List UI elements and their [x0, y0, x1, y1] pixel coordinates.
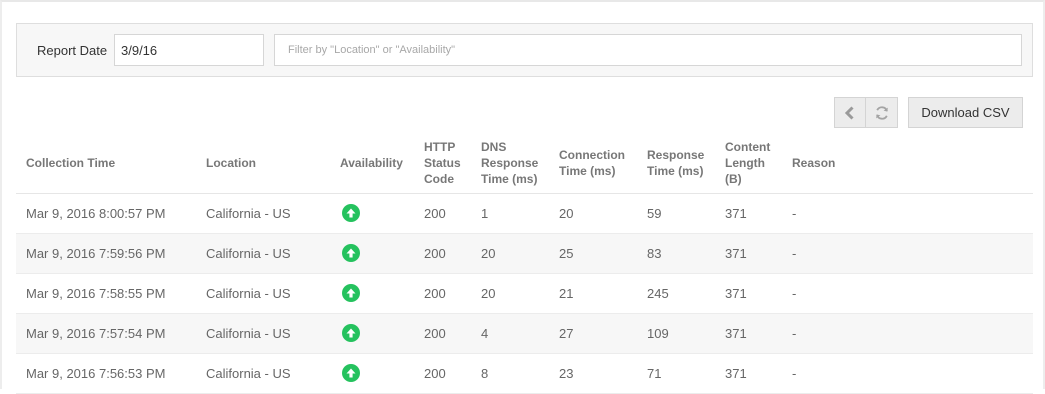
cell-response-time: 245 [637, 273, 715, 314]
refresh-button[interactable] [866, 97, 898, 128]
column-header-label: Reason [792, 155, 836, 170]
cell-connection-time: 27 [549, 313, 637, 354]
column-header-label: Time (ms) [481, 171, 538, 186]
cell-content-length: 371 [715, 353, 782, 394]
column-header-label: Collection Time [26, 155, 116, 170]
refresh-icon [875, 105, 888, 120]
cell-http-status-code: 200 [414, 353, 471, 394]
table-row: Mar 9, 2016 7:57:54 PM California - US 200… [16, 313, 1033, 354]
column-header-label: Time (ms) [559, 163, 616, 178]
column-header-label: Content [725, 139, 771, 154]
column-header-http-status-code[interactable]: HTTP Status Code [414, 133, 471, 194]
column-header-label: (B) [725, 171, 742, 186]
column-header-content-length[interactable]: Content Length (B) [715, 133, 782, 194]
cell-collection-time: Mar 9, 2016 7:58:55 PM [16, 273, 196, 314]
cell-reason: - [782, 313, 1033, 354]
cell-dns-response-time: 20 [471, 233, 549, 274]
cell-location: California - US [196, 353, 330, 394]
table-body: Mar 9, 2016 8:00:57 PM California - US 200… [16, 193, 1033, 394]
table-row: Mar 9, 2016 8:00:57 PM California - US 200… [16, 193, 1033, 234]
table-row: Mar 9, 2016 7:56:53 PM California - US 200… [16, 353, 1033, 394]
cell-availability [330, 353, 414, 394]
column-header-label: Time (ms) [647, 163, 704, 178]
cell-dns-response-time: 4 [471, 313, 549, 354]
column-header-label: Location [206, 155, 256, 170]
cell-collection-time: Mar 9, 2016 7:57:54 PM [16, 313, 196, 354]
cell-reason: - [782, 233, 1033, 274]
cell-connection-time: 25 [549, 233, 637, 274]
cell-dns-response-time: 8 [471, 353, 549, 394]
cell-response-time: 83 [637, 233, 715, 274]
column-header-availability[interactable]: Availability [330, 133, 414, 194]
column-header-label: DNS [481, 139, 507, 154]
cell-response-time: 71 [637, 353, 715, 394]
cell-availability [330, 233, 414, 274]
report-date-input[interactable] [114, 34, 264, 66]
cell-availability [330, 273, 414, 314]
column-header-label: Response [647, 147, 705, 162]
cell-location: California - US [196, 313, 330, 354]
report-date-label: Report Date [37, 43, 108, 58]
cell-location: California - US [196, 233, 330, 274]
cell-dns-response-time: 1 [471, 193, 549, 234]
cell-location: California - US [196, 273, 330, 314]
cell-connection-time: 21 [549, 273, 637, 314]
chevron-left-icon [844, 105, 854, 120]
column-header-response-time[interactable]: Response Time (ms) [637, 133, 715, 194]
filter-search-input[interactable] [274, 34, 1022, 66]
cell-reason: - [782, 193, 1033, 234]
up-arrow-icon [342, 284, 360, 302]
cell-content-length: 371 [715, 193, 782, 234]
cell-http-status-code: 200 [414, 233, 471, 274]
cell-http-status-code: 200 [414, 273, 471, 314]
column-header-label: Response [481, 155, 539, 170]
column-header-collection-time[interactable]: Collection Time [16, 133, 196, 194]
table-row: Mar 9, 2016 7:59:56 PM California - US 200… [16, 233, 1033, 274]
column-header-label: Length [725, 155, 765, 170]
cell-reason: - [782, 353, 1033, 394]
cell-content-length: 371 [715, 233, 782, 274]
cell-availability [330, 313, 414, 354]
results-table: Collection Time Location Availability HTTP S… [16, 133, 1033, 394]
cell-response-time: 59 [637, 193, 715, 234]
column-header-dns-response-time[interactable]: DNS Response Time (ms) [471, 133, 549, 194]
cell-response-time: 109 [637, 313, 715, 354]
download-csv-button[interactable]: Download CSV [908, 97, 1023, 128]
column-header-label: HTTP [424, 139, 456, 154]
cell-http-status-code: 200 [414, 313, 471, 354]
column-header-connection-time[interactable]: Connection Time (ms) [549, 133, 637, 194]
cell-reason: - [782, 273, 1033, 314]
cell-availability [330, 193, 414, 234]
column-header-label: Connection [559, 147, 625, 162]
pager-button-group [834, 97, 898, 128]
cell-collection-time: Mar 9, 2016 7:56:53 PM [16, 353, 196, 394]
up-arrow-icon [342, 204, 360, 222]
cell-connection-time: 20 [549, 193, 637, 234]
column-header-location[interactable]: Location [196, 133, 330, 194]
previous-button[interactable] [834, 97, 866, 128]
table-row: Mar 9, 2016 7:58:55 PM California - US 200… [16, 273, 1033, 314]
cell-connection-time: 23 [549, 353, 637, 394]
report-panel: Report Date Download CSV Collection Time… [0, 0, 1045, 394]
column-header-reason[interactable]: Reason [782, 133, 1033, 194]
cell-dns-response-time: 20 [471, 273, 549, 314]
cell-content-length: 371 [715, 273, 782, 314]
column-header-label: Availability [340, 155, 403, 170]
column-header-label: Code [424, 171, 454, 186]
up-arrow-icon [342, 244, 360, 262]
filter-bar: Report Date [16, 23, 1033, 77]
up-arrow-icon [342, 364, 360, 382]
column-header-label: Status [424, 155, 461, 170]
cell-collection-time: Mar 9, 2016 7:59:56 PM [16, 233, 196, 274]
cell-collection-time: Mar 9, 2016 8:00:57 PM [16, 193, 196, 234]
cell-http-status-code: 200 [414, 193, 471, 234]
up-arrow-icon [342, 324, 360, 342]
cell-location: California - US [196, 193, 330, 234]
cell-content-length: 371 [715, 313, 782, 354]
table-header-row: Collection Time Location Availability HTTP S… [16, 133, 1033, 194]
